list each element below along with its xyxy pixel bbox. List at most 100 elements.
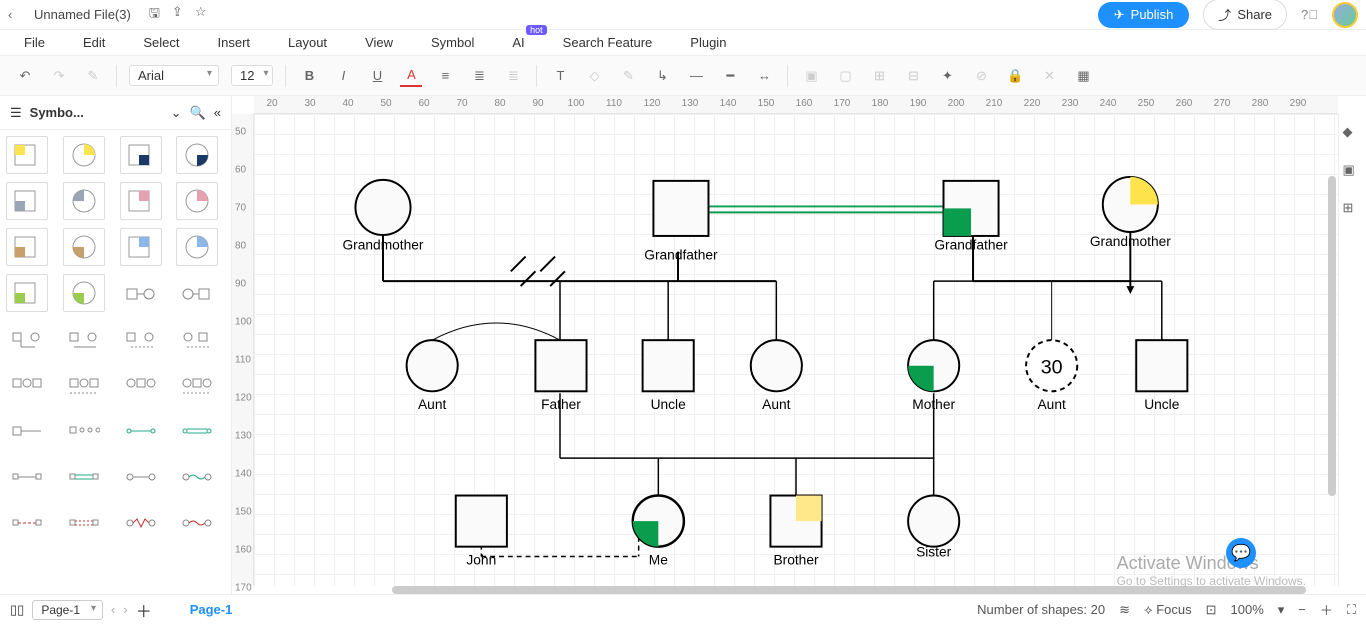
align-center-button[interactable]: ≣ (468, 65, 490, 87)
back-button[interactable]: ‹ (8, 7, 28, 22)
group-button[interactable]: ▣ (800, 65, 822, 87)
symbol-square-navy[interactable] (120, 136, 162, 174)
zoom-out-button[interactable]: − (1298, 602, 1306, 617)
zoom-dropdown-icon[interactable]: ▾ (1278, 602, 1285, 618)
menu-view[interactable]: View (365, 35, 393, 50)
symbol-square-tan[interactable] (6, 228, 48, 266)
symbol-circle-navy[interactable] (176, 136, 218, 174)
symbol-line-red-wave[interactable] (176, 504, 218, 542)
distribute-button[interactable]: ⊟ (902, 65, 924, 87)
export-icon[interactable]: ⇪ (172, 4, 183, 26)
menu-symbol[interactable]: Symbol (431, 35, 474, 50)
prev-page-button[interactable]: ‹ (111, 602, 115, 617)
symbol-square-green[interactable] (6, 274, 48, 312)
symbol-line-circles[interactable] (120, 458, 162, 496)
font-select[interactable]: Arial (129, 65, 219, 86)
lock-button[interactable]: 🔒 (1004, 65, 1026, 87)
redo-button[interactable]: ↷ (48, 65, 70, 87)
symbol-circle-tan[interactable] (63, 228, 105, 266)
line-weight-button[interactable]: ━ (719, 65, 741, 87)
symbol-couple-2[interactable] (176, 274, 218, 312)
share-button[interactable]: ⤴ Share (1203, 0, 1287, 30)
menu-plugin[interactable]: Plugin (690, 35, 726, 50)
tools-button[interactable]: ✕ (1038, 65, 1060, 87)
undo-button[interactable]: ↶ (14, 65, 36, 87)
page-tab[interactable]: Page-1 (190, 602, 233, 617)
fill-panel-icon[interactable]: ◆ (1343, 124, 1363, 144)
font-size-select[interactable]: 12 (231, 65, 273, 86)
layers-icon[interactable]: ≋ (1119, 602, 1130, 618)
menu-file[interactable]: File (24, 35, 45, 50)
sidebar-menu-icon[interactable]: ☰ (10, 105, 22, 121)
fullscreen-button[interactable]: ⛶ (1347, 602, 1356, 618)
symbol-rel-6[interactable] (63, 366, 105, 404)
menu-layout[interactable]: Layout (288, 35, 327, 50)
help-icon[interactable]: ?⃝ (1301, 7, 1318, 22)
expand-icon[interactable]: ⌄ (171, 105, 182, 121)
symbol-line-red-zig[interactable] (120, 504, 162, 542)
publish-button[interactable]: ✈ Publish (1098, 2, 1190, 28)
symbol-line-green[interactable] (120, 412, 162, 450)
text-tool-button[interactable]: T (549, 65, 571, 87)
align-left-button[interactable]: ≡ (434, 65, 456, 87)
underline-button[interactable]: U (366, 65, 388, 87)
symbol-square-blue[interactable] (120, 228, 162, 266)
add-page-button[interactable]: ＋ (136, 598, 152, 622)
focus-button[interactable]: ⟡ Focus (1144, 602, 1192, 618)
symbol-square-grey[interactable] (6, 182, 48, 220)
collapse-sidebar-icon[interactable]: « (214, 105, 221, 120)
symbol-square-pink[interactable] (120, 182, 162, 220)
bold-button[interactable]: B (298, 65, 320, 87)
align-distribute-button[interactable]: ≣ (502, 65, 524, 87)
symbol-circle-pink[interactable] (176, 182, 218, 220)
ungroup-button[interactable]: ▢ (834, 65, 856, 87)
link-button[interactable]: ⊘ (970, 65, 992, 87)
canvas-scrollbar-horizontal[interactable] (392, 586, 1306, 594)
chat-support-button[interactable]: 💬 (1226, 538, 1256, 568)
menu-ai[interactable]: AIhot (512, 35, 524, 50)
italic-button[interactable]: I (332, 65, 354, 87)
line-color-button[interactable]: ✎ (617, 65, 639, 87)
symbol-circle-grey[interactable] (63, 182, 105, 220)
align-shapes-button[interactable]: ⊞ (868, 65, 890, 87)
search-icon[interactable]: 🔍 (190, 105, 206, 121)
grid-panel-icon[interactable]: ⊞ (1343, 200, 1363, 220)
avatar[interactable] (1332, 2, 1358, 28)
symbol-line-red-dash[interactable] (6, 504, 48, 542)
zoom-label[interactable]: 100% (1231, 602, 1264, 617)
symbol-couple-1[interactable] (120, 274, 162, 312)
star-icon[interactable]: ☆ (195, 4, 207, 26)
font-color-button[interactable]: A (400, 65, 422, 87)
page-selector[interactable]: Page-1 (32, 600, 103, 620)
symbol-circle-green[interactable] (63, 274, 105, 312)
symbol-rel-2[interactable] (63, 320, 105, 358)
arrow-style-button[interactable]: ↔ (753, 65, 775, 87)
line-style-button[interactable]: — (685, 65, 707, 87)
symbol-rel-5[interactable] (6, 366, 48, 404)
symbol-square-yellow[interactable] (6, 136, 48, 174)
canvas-scrollbar-vertical[interactable] (1328, 176, 1336, 496)
menu-insert[interactable]: Insert (218, 35, 251, 50)
symbol-line-green2[interactable] (176, 412, 218, 450)
zoom-in-button[interactable]: ＋ (1320, 600, 1333, 619)
symbol-rel-3[interactable] (120, 320, 162, 358)
effects-button[interactable]: ✦ (936, 65, 958, 87)
outline-toggle-icon[interactable]: ▯▯ (10, 602, 24, 618)
symbol-line-red-double[interactable] (63, 504, 105, 542)
format-painter-button[interactable]: ✎ (82, 65, 104, 87)
menu-search-feature[interactable]: Search Feature (563, 35, 653, 50)
menu-select[interactable]: Select (143, 35, 179, 50)
menu-edit[interactable]: Edit (83, 35, 105, 50)
shape-fill-button[interactable]: ◇ (583, 65, 605, 87)
symbol-line-dots[interactable] (63, 412, 105, 450)
save-icon[interactable]: 🖫 (149, 4, 160, 26)
symbol-line-blocks[interactable] (6, 458, 48, 496)
fit-button[interactable]: ⊡ (1206, 602, 1217, 618)
canvas[interactable]: Grandmother Grandfather Grandfather Gran… (254, 114, 1338, 586)
next-page-button[interactable]: › (123, 602, 127, 617)
symbol-rel-4[interactable] (176, 320, 218, 358)
layers-panel-icon[interactable]: ▣ (1343, 162, 1363, 182)
symbol-circle-yellow[interactable] (63, 136, 105, 174)
symbol-rel-8[interactable] (176, 366, 218, 404)
symbol-line-double-green[interactable] (63, 458, 105, 496)
